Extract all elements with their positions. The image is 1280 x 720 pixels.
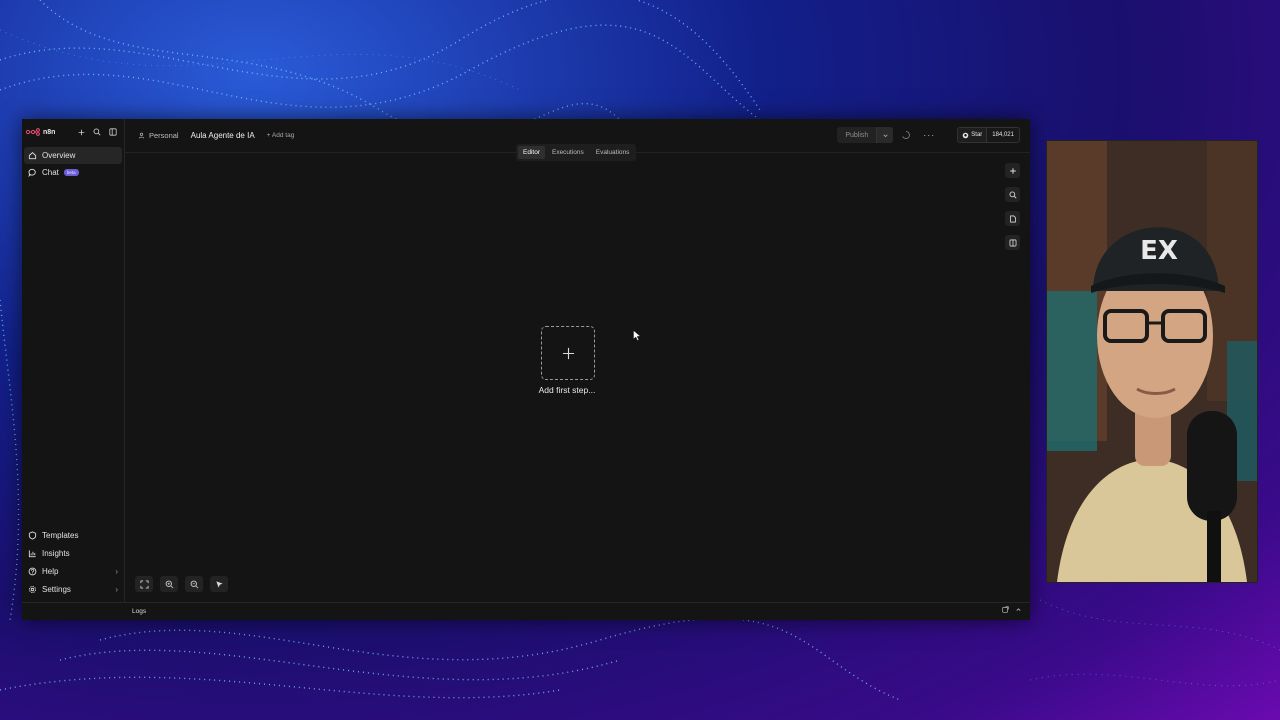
workflow-title[interactable]: Aula Agente de IA [191, 131, 255, 140]
add-first-step-button[interactable] [541, 326, 595, 380]
add-node-button[interactable] [1005, 163, 1020, 178]
fit-view-button[interactable] [135, 576, 153, 592]
project-name: Personal [149, 131, 179, 140]
tab-evaluations[interactable]: Evaluations [591, 146, 635, 159]
sidebar-item-settings[interactable]: Settings › [24, 581, 122, 598]
star-label: Star [971, 132, 983, 138]
pointer-mode-button[interactable] [210, 576, 228, 592]
add-tag-button[interactable]: + Add tag [267, 132, 295, 139]
n8n-app-window: n8n Overview Chat beta Templates Insight… [22, 119, 1030, 620]
chat-icon [28, 168, 36, 177]
more-options-icon[interactable]: ··· [923, 130, 935, 140]
panel-icon [1009, 239, 1016, 246]
cap-logo: EX [1140, 236, 1178, 266]
sidebar-item-label: Help [42, 567, 59, 576]
logs-popout-icon[interactable] [1002, 606, 1009, 615]
github-star-button[interactable]: Star 184,021 [957, 127, 1020, 143]
pointer-icon [215, 580, 223, 588]
note-icon [1009, 215, 1016, 222]
search-icon[interactable] [90, 125, 104, 139]
insights-icon [28, 550, 36, 558]
search-icon [1009, 191, 1017, 199]
home-icon [28, 152, 37, 160]
templates-icon [28, 531, 37, 540]
plus-icon [1009, 167, 1016, 174]
zoom-in-button[interactable] [160, 576, 178, 592]
sticky-note-button[interactable] [1005, 211, 1020, 226]
gear-icon [28, 585, 37, 594]
plus-icon[interactable] [74, 125, 88, 139]
zoom-out-icon [190, 580, 198, 588]
chevron-right-icon: › [115, 585, 118, 594]
search-nodes-button[interactable] [1005, 187, 1020, 202]
logs-label: Logs [132, 608, 147, 615]
presenter-video-image: EX [1047, 141, 1257, 582]
sidebar-item-label: Overview [42, 151, 76, 160]
sidebar-item-templates[interactable]: Templates [24, 527, 122, 544]
collapse-sidebar-icon[interactable] [106, 125, 120, 139]
fit-view-icon [139, 579, 149, 589]
publish-button[interactable]: Publish [837, 127, 894, 143]
editor-tabs: Editor Executions Evaluations [516, 144, 637, 161]
toggle-panel-button[interactable] [1005, 235, 1020, 250]
mouse-cursor-icon [633, 330, 641, 341]
sidebar-item-label: Templates [42, 531, 79, 540]
beta-badge: beta [63, 169, 79, 176]
sidebar-item-label: Settings [42, 585, 71, 594]
zoom-controls [135, 576, 228, 592]
zoom-in-icon [165, 580, 173, 588]
logo-text: n8n [43, 128, 56, 136]
add-first-step-label: Add first step... [538, 385, 596, 395]
breadcrumb[interactable]: Personal [138, 131, 179, 140]
sidebar-item-help[interactable]: Help › [24, 563, 122, 580]
webcam-overlay: EX [1046, 140, 1258, 583]
sidebar-item-insights[interactable]: Insights [24, 545, 122, 562]
github-icon [962, 132, 969, 138]
star-count: 184,021 [986, 128, 1019, 142]
sidebar-item-chat[interactable]: Chat beta [24, 164, 122, 181]
chevron-up-icon[interactable] [1015, 606, 1022, 615]
help-icon [28, 567, 37, 576]
chevron-down-icon[interactable] [876, 127, 894, 143]
n8n-logo-icon [26, 128, 40, 136]
user-icon [138, 132, 145, 139]
sidebar-item-label: Chat [42, 168, 59, 177]
sidebar: n8n Overview Chat beta Templates Insight… [22, 119, 125, 602]
tab-executions[interactable]: Executions [547, 146, 589, 159]
publish-label: Publish [845, 131, 869, 139]
sidebar-item-overview[interactable]: Overview [24, 147, 122, 164]
n8n-logo[interactable]: n8n [26, 128, 72, 136]
chevron-right-icon: › [115, 567, 118, 576]
logs-panel[interactable]: Logs [22, 602, 1030, 620]
workflow-editor: Personal Aula Agente de IA + Add tag Pub… [125, 119, 1030, 602]
canvas-side-tools [1005, 163, 1020, 250]
tab-editor[interactable]: Editor [518, 146, 545, 159]
plus-icon [562, 347, 574, 359]
zoom-out-button[interactable] [185, 576, 203, 592]
sidebar-item-label: Insights [42, 549, 70, 558]
loading-spinner-icon [902, 131, 911, 139]
